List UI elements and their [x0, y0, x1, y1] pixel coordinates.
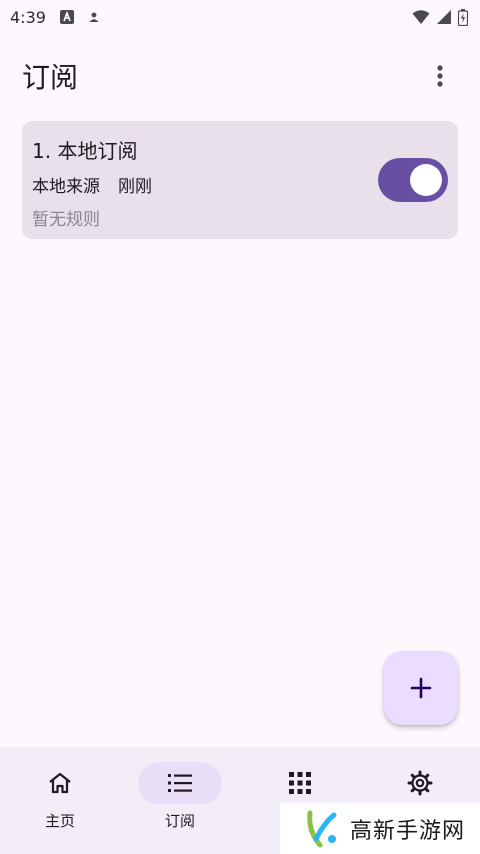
nav-pill [378, 762, 462, 804]
subscription-updated: 刚刚 [118, 177, 152, 197]
nav-label-home: 主页 [44, 812, 75, 830]
nav-label-subscriptions: 订阅 [164, 812, 195, 830]
person-icon [88, 11, 100, 23]
nav-item-subscriptions[interactable]: 订阅 [120, 747, 240, 854]
gear-icon [407, 770, 433, 796]
subscription-title: 1. 本地订阅 [32, 139, 138, 163]
toggle-thumb [410, 164, 442, 196]
status-left: 4:39 [10, 8, 100, 27]
plus-icon [410, 677, 432, 699]
page-title: 订阅 [22, 61, 79, 94]
subscription-rules: 暂无规则 [32, 210, 100, 230]
home-icon [49, 772, 71, 794]
more-vert-icon [437, 65, 443, 87]
subscription-card[interactable]: 1. 本地订阅 本地来源 刚刚 暂无规则 [22, 121, 458, 239]
nav-pill [258, 762, 342, 804]
nav-pill-active [138, 762, 222, 804]
watermark-logo-icon [307, 810, 337, 847]
subscription-source: 本地来源 [32, 177, 100, 197]
subscription-enable-toggle[interactable] [378, 158, 448, 202]
add-subscription-button[interactable] [384, 651, 458, 725]
apps-grid-icon [289, 772, 311, 794]
status-time: 4:39 [10, 7, 46, 27]
nav-item-home[interactable]: 主页 [0, 747, 120, 854]
watermark-text: 高新手游网 [350, 818, 466, 844]
wifi-icon [412, 9, 430, 25]
status-right [412, 8, 468, 26]
signal-icon [436, 9, 452, 25]
app-bar: 订阅 [0, 44, 480, 108]
more-options-button[interactable] [420, 56, 460, 96]
list-icon [168, 774, 192, 792]
status-bar: 4:39 [0, 0, 480, 34]
nav-pill [18, 762, 102, 804]
watermark: 高新手游网 [280, 803, 480, 854]
battery-icon [458, 8, 468, 26]
subscription-meta: 本地来源 刚刚 [32, 172, 152, 197]
notification-a-icon [59, 10, 74, 24]
